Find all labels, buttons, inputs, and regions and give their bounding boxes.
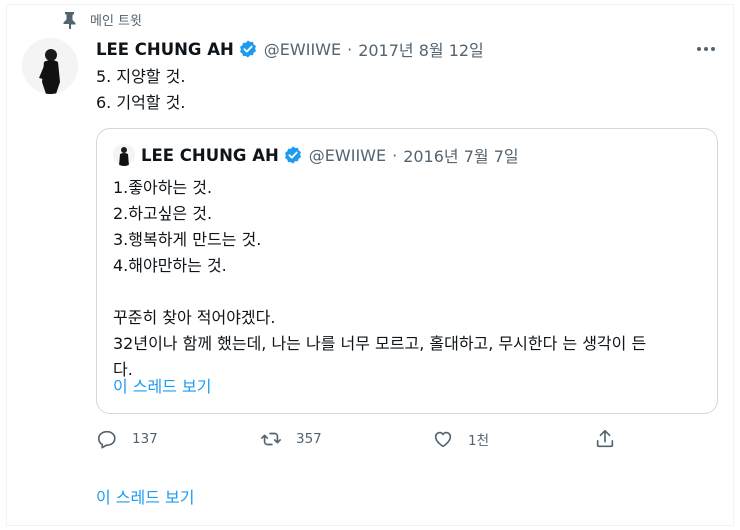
separator-dot: · [392,145,398,165]
quoted-line: 4.해야만하는 것. [113,256,227,275]
like-button[interactable]: 1천 [432,428,489,450]
author-handle[interactable]: @EWIIWE [264,40,341,59]
share-button[interactable] [594,428,616,450]
separator-dot: · [347,39,353,59]
quoted-line: 32년이나 함께 했는데, 나는 나를 너무 모르고, 홀대하고, 무시한다 는… [113,334,647,353]
tweet-line: 5. 지양할 것. [96,67,186,86]
tweet-actions: 137 357 1천 [96,428,626,456]
quoted-tweet-text: 1.좋아하는 것. 2.하고싶은 것. 3.행복하게 만드는 것. 4.해야만하… [113,175,646,383]
retweet-count: 357 [296,431,322,447]
quoted-author-name: LEE CHUNG AH [141,145,279,165]
quoted-line: 꾸준히 찾아 적어야겠다. [113,308,276,327]
verified-badge-icon [239,40,256,58]
quoted-tweet-date: 2016년 7월 7일 [403,147,519,166]
tweet-date[interactable]: 2017년 8월 12일 [358,37,484,61]
quoted-line: 3.행복하게 만드는 것. [113,230,262,249]
like-count: 1천 [468,433,490,449]
verified-badge-icon [284,146,301,164]
quoted-line: 2.하고싶은 것. [113,204,213,223]
quoted-line: 1.좋아하는 것. [113,178,213,197]
tweet-header: LEE CHUNG AH @EWIIWE · 2017년 8월 12일 [96,37,484,61]
quoted-show-thread-link[interactable]: 이 스레드 보기 [113,373,212,397]
share-icon [596,429,614,448]
reply-count: 137 [132,431,158,447]
pin-icon [63,11,76,29]
quoted-author-handle: @EWIIWE [308,145,387,165]
retweet-button[interactable]: 357 [260,428,322,450]
avatar-image [22,38,78,94]
show-thread-link[interactable]: 이 스레드 보기 [96,484,195,508]
avatar[interactable] [22,38,78,94]
reply-icon [97,430,116,449]
quoted-tweet-header: LEE CHUNG AH @EWIIWE · 2016년 7월 7일 [113,143,519,167]
quoted-line-blank [113,279,646,305]
tweet-text: 5. 지양할 것. 6. 기억할 것. [96,64,185,116]
more-options-icon[interactable] [694,39,718,59]
author-name[interactable]: LEE CHUNG AH [96,40,234,59]
reply-button[interactable]: 137 [96,428,158,450]
tweet-line: 6. 기억할 것. [96,93,186,112]
pinned-label: 메인 트윗 [90,14,142,29]
quoted-tweet[interactable]: LEE CHUNG AH @EWIIWE · 2016년 7월 7일 1.좋아하… [96,128,718,414]
heart-icon [434,431,452,448]
quoted-avatar [113,144,135,166]
pinned-indicator: 메인 트윗 [62,10,142,29]
retweet-icon [261,432,281,446]
